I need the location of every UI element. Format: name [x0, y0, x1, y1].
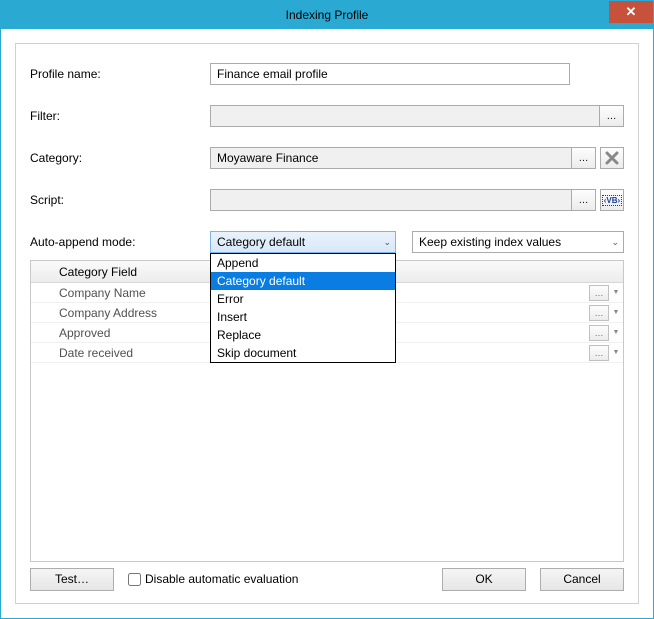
dropdown-item[interactable]: Append [211, 254, 395, 272]
chevron-down-icon: ⌄ [383, 237, 391, 248]
close-icon: ✕ [626, 4, 637, 20]
dropdown-item[interactable]: Insert [211, 308, 395, 326]
ellipsis-icon: … [579, 195, 589, 206]
row-profile-name: Profile name: [30, 62, 624, 86]
profile-name-input[interactable] [210, 63, 570, 85]
triangle-down-icon: ▼ [613, 349, 620, 356]
label-auto-append: Auto-append mode: [30, 235, 210, 249]
test-button[interactable]: Test… [30, 568, 114, 591]
row-script: Script: … ‹VB› [30, 188, 624, 212]
label-category: Category: [30, 151, 210, 165]
ellipsis-icon: … [595, 288, 604, 298]
auto-append-dropdown-list: Append Category default Error Insert Rep… [210, 253, 396, 363]
ellipsis-icon: … [595, 328, 604, 338]
disable-eval-checkbox[interactable]: Disable automatic evaluation [128, 572, 298, 586]
dropdown-item[interactable]: Error [211, 290, 395, 308]
grid-cell-field: Company Address [31, 306, 237, 320]
vb-icon: ‹VB› [602, 195, 622, 206]
close-button[interactable]: ✕ [609, 1, 653, 23]
cell-dropdown-button[interactable]: ▼ [611, 305, 621, 321]
grid-cell-field: Date received [31, 346, 237, 360]
cell-browse-button[interactable]: … [589, 285, 609, 301]
window-title: Indexing Profile [286, 8, 369, 22]
ellipsis-icon: … [579, 153, 589, 164]
ellipsis-icon: … [595, 308, 604, 318]
dropdown-item[interactable]: Skip document [211, 344, 395, 362]
row-auto-append: Auto-append mode: Category default ⌄ App… [30, 230, 624, 254]
category-clear-button[interactable] [600, 147, 624, 169]
script-vb-button[interactable]: ‹VB› [600, 189, 624, 211]
cell-browse-button[interactable]: … [589, 305, 609, 321]
keep-existing-value: Keep existing index values [419, 235, 561, 249]
dropdown-item[interactable]: Category default [211, 272, 395, 290]
clear-x-icon [605, 151, 619, 165]
chevron-down-icon: ⌄ [611, 237, 619, 248]
cell-dropdown-button[interactable]: ▼ [611, 325, 621, 341]
dialog-window: Indexing Profile ✕ Profile name: Filter:… [0, 0, 654, 619]
dialog-content: Profile name: Filter: … Category: Moyawa… [15, 43, 639, 604]
label-script: Script: [30, 193, 210, 207]
row-category: Category: Moyaware Finance … [30, 146, 624, 170]
triangle-down-icon: ▼ [613, 289, 620, 296]
keep-existing-dropdown[interactable]: Keep existing index values ⌄ [412, 231, 624, 253]
grid-cell-field: Approved [31, 326, 237, 340]
grid-header-field[interactable]: Category Field [31, 261, 237, 282]
cell-browse-button[interactable]: … [589, 325, 609, 341]
triangle-down-icon: ▼ [613, 309, 620, 316]
grid-cell-field: Company Name [31, 286, 237, 300]
cell-dropdown-button[interactable]: ▼ [611, 345, 621, 361]
ellipsis-icon: … [607, 111, 617, 122]
auto-append-value: Category default [217, 235, 305, 249]
label-filter: Filter: [30, 109, 210, 123]
filter-display [210, 105, 600, 127]
button-bar: Test… Disable automatic evaluation OK Ca… [30, 567, 624, 591]
filter-browse-button[interactable]: … [600, 105, 624, 127]
row-filter: Filter: … [30, 104, 624, 128]
auto-append-dropdown[interactable]: Category default ⌄ Append Category defau… [210, 231, 396, 253]
disable-eval-checkbox-input[interactable] [128, 573, 141, 586]
category-display: Moyaware Finance [210, 147, 572, 169]
category-browse-button[interactable]: … [572, 147, 596, 169]
dropdown-item[interactable]: Replace [211, 326, 395, 344]
script-browse-button[interactable]: … [572, 189, 596, 211]
disable-eval-label: Disable automatic evaluation [145, 572, 298, 586]
cancel-button[interactable]: Cancel [540, 568, 624, 591]
triangle-down-icon: ▼ [613, 329, 620, 336]
ellipsis-icon: … [595, 348, 604, 358]
cell-browse-button[interactable]: … [589, 345, 609, 361]
cell-dropdown-button[interactable]: ▼ [611, 285, 621, 301]
ok-button[interactable]: OK [442, 568, 526, 591]
label-profile-name: Profile name: [30, 67, 210, 81]
titlebar: Indexing Profile ✕ [1, 1, 653, 29]
script-display [210, 189, 572, 211]
